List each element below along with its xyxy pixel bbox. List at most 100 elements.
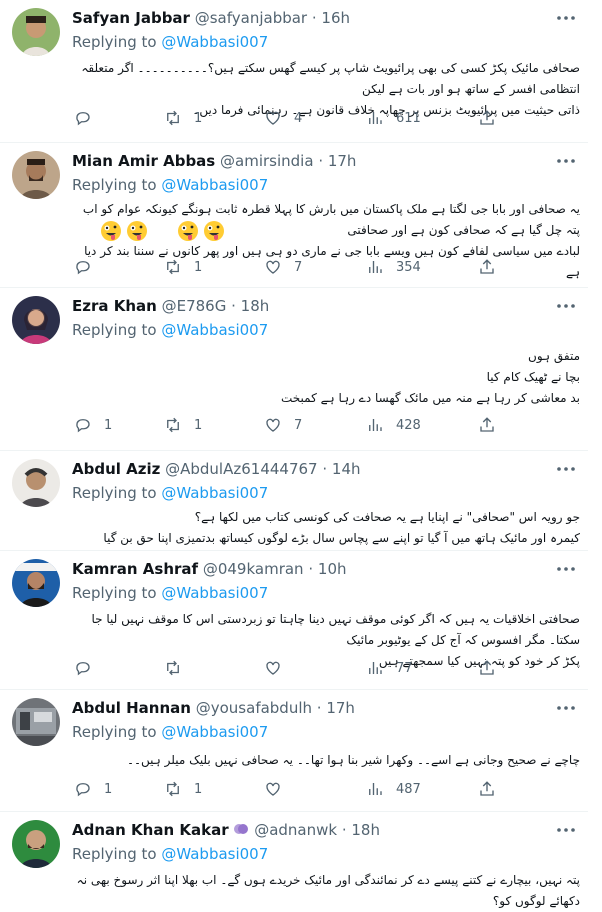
like-button[interactable] — [264, 656, 294, 680]
reply-icon — [76, 419, 90, 433]
like-button[interactable]: 7 — [264, 255, 302, 279]
tweet[interactable]: Ezra Khan @E786G · 18h Replying to @Wabb… — [0, 288, 588, 451]
heart-icon — [266, 111, 280, 125]
zany-face-emoji-icon — [178, 221, 198, 241]
more-options-icon[interactable] — [554, 557, 578, 581]
author-name[interactable]: Abdul Hannan — [72, 699, 191, 717]
share-button[interactable] — [478, 413, 496, 437]
share-button[interactable] — [478, 106, 496, 130]
retweet-button[interactable]: 1 — [164, 413, 202, 437]
avatar[interactable] — [12, 559, 60, 607]
views-button[interactable]: 354 — [366, 255, 421, 279]
timestamp[interactable]: · 17h — [318, 152, 356, 170]
author-name[interactable]: Ezra Khan — [72, 297, 157, 315]
mention-link[interactable]: @Wabbasi007 — [161, 33, 268, 51]
tweet[interactable]: Abdul Hannan @yousafabdulh · 17h Replyin… — [0, 690, 588, 812]
reply-button[interactable] — [74, 106, 104, 130]
views-icon — [369, 783, 382, 795]
like-button[interactable]: 4 — [264, 106, 302, 130]
mention-link[interactable]: @Wabbasi007 — [161, 321, 268, 339]
share-icon — [480, 259, 494, 274]
reply-icon — [76, 662, 90, 676]
author-handle[interactable]: @AbdulAz61444767 — [165, 460, 317, 478]
avatar[interactable] — [12, 151, 60, 199]
tweet[interactable]: Abdul Aziz @AbdulAz61444767 · 14h Replyi… — [0, 451, 588, 551]
reply-count: 1 — [104, 417, 113, 433]
retweet-button[interactable] — [164, 656, 194, 680]
timestamp[interactable]: · 10h — [308, 560, 346, 578]
timestamp[interactable]: · 16h — [312, 9, 350, 27]
tweet-actions: 1 4 611 — [66, 106, 526, 130]
tweet[interactable]: Mian Amir Abbas @amirsindia · 17h Replyi… — [0, 143, 588, 288]
heart-icon — [266, 260, 280, 274]
tweet-actions: 1 7 354 — [66, 255, 526, 279]
author-name[interactable]: Kamran Ashraf — [72, 560, 198, 578]
share-icon — [480, 781, 494, 796]
avatar[interactable] — [12, 459, 60, 507]
avatar[interactable] — [12, 296, 60, 344]
author-handle[interactable]: @safyanjabbar — [195, 9, 307, 27]
views-button[interactable]: 77 — [366, 656, 413, 680]
share-icon — [480, 110, 494, 125]
heart-icon — [266, 782, 280, 796]
more-options-icon[interactable] — [554, 6, 578, 30]
author-handle[interactable]: @E786G — [162, 297, 227, 315]
retweet-icon — [167, 110, 179, 126]
reply-icon — [76, 783, 90, 797]
timestamp[interactable]: · 17h — [317, 699, 355, 717]
share-button[interactable] — [478, 656, 496, 680]
mention-link[interactable]: @Wabbasi007 — [161, 176, 268, 194]
more-options-icon[interactable] — [554, 457, 578, 481]
retweet-icon — [167, 660, 179, 676]
mention-link[interactable]: @Wabbasi007 — [161, 484, 268, 502]
retweet-button[interactable]: 1 — [164, 777, 202, 801]
like-count: 4 — [294, 110, 303, 126]
retweet-count: 1 — [194, 781, 203, 797]
tweet[interactable]: Kamran Ashraf @049kamran · 10h Replying … — [0, 551, 588, 690]
views-count: 487 — [396, 781, 421, 797]
more-options-icon[interactable] — [554, 149, 578, 173]
avatar[interactable] — [12, 820, 60, 868]
views-button[interactable]: 487 — [366, 777, 421, 801]
views-button[interactable]: 611 — [366, 106, 421, 130]
timestamp[interactable]: · 14h — [322, 460, 360, 478]
share-button[interactable] — [478, 777, 496, 801]
views-count: 77 — [396, 660, 413, 676]
timestamp[interactable]: · 18h — [231, 297, 269, 315]
timestamp[interactable]: · 18h — [342, 821, 380, 839]
author-handle[interactable]: @adnanwk — [254, 821, 337, 839]
retweet-button[interactable]: 1 — [164, 106, 202, 130]
tweet[interactable]: Adnan Khan Kakar @adnanwk · 18h Replying… — [0, 812, 588, 908]
mention-link[interactable]: @Wabbasi007 — [161, 723, 268, 741]
author-name[interactable]: Safyan Jabbar — [72, 9, 190, 27]
mention-link[interactable]: @Wabbasi007 — [161, 584, 268, 602]
views-count: 428 — [396, 417, 421, 433]
tweet-line: بچا نے ٹھیک کام کیا — [486, 370, 580, 384]
reply-button[interactable]: 1 — [74, 413, 112, 437]
more-options-icon[interactable] — [554, 294, 578, 318]
more-options-icon[interactable] — [554, 818, 578, 842]
mention-link[interactable]: @Wabbasi007 — [161, 845, 268, 863]
share-button[interactable] — [478, 255, 496, 279]
reply-button[interactable]: 1 — [74, 777, 112, 801]
author-name[interactable]: Abdul Aziz — [72, 460, 160, 478]
reply-button[interactable] — [74, 656, 104, 680]
author-handle[interactable]: @yousafabdulh — [196, 699, 312, 717]
views-button[interactable]: 428 — [366, 413, 421, 437]
reply-button[interactable] — [74, 255, 104, 279]
tweet-text: پتہ نہیں، بیچارے نے کتنے پیسے دے کر نمائ… — [72, 870, 580, 912]
reply-count: 1 — [104, 781, 113, 797]
more-options-icon[interactable] — [554, 696, 578, 720]
author-handle[interactable]: @amirsindia — [220, 152, 314, 170]
tweet[interactable]: Safyan Jabbar @safyanjabbar · 16h Replyi… — [0, 0, 588, 143]
author-name[interactable]: Adnan Khan Kakar — [72, 821, 229, 839]
avatar[interactable] — [12, 698, 60, 746]
retweet-button[interactable]: 1 — [164, 255, 202, 279]
avatar[interactable] — [12, 8, 60, 56]
like-button[interactable] — [264, 777, 294, 801]
like-button[interactable]: 7 — [264, 413, 302, 437]
replying-label: Replying to — [72, 845, 157, 863]
author-handle[interactable]: @049kamran — [203, 560, 304, 578]
tweet-line: چاچے نے صحیح وجانی ہے اسے۔۔ وکھرا شیر بن… — [126, 753, 580, 767]
author-name[interactable]: Mian Amir Abbas — [72, 152, 215, 170]
